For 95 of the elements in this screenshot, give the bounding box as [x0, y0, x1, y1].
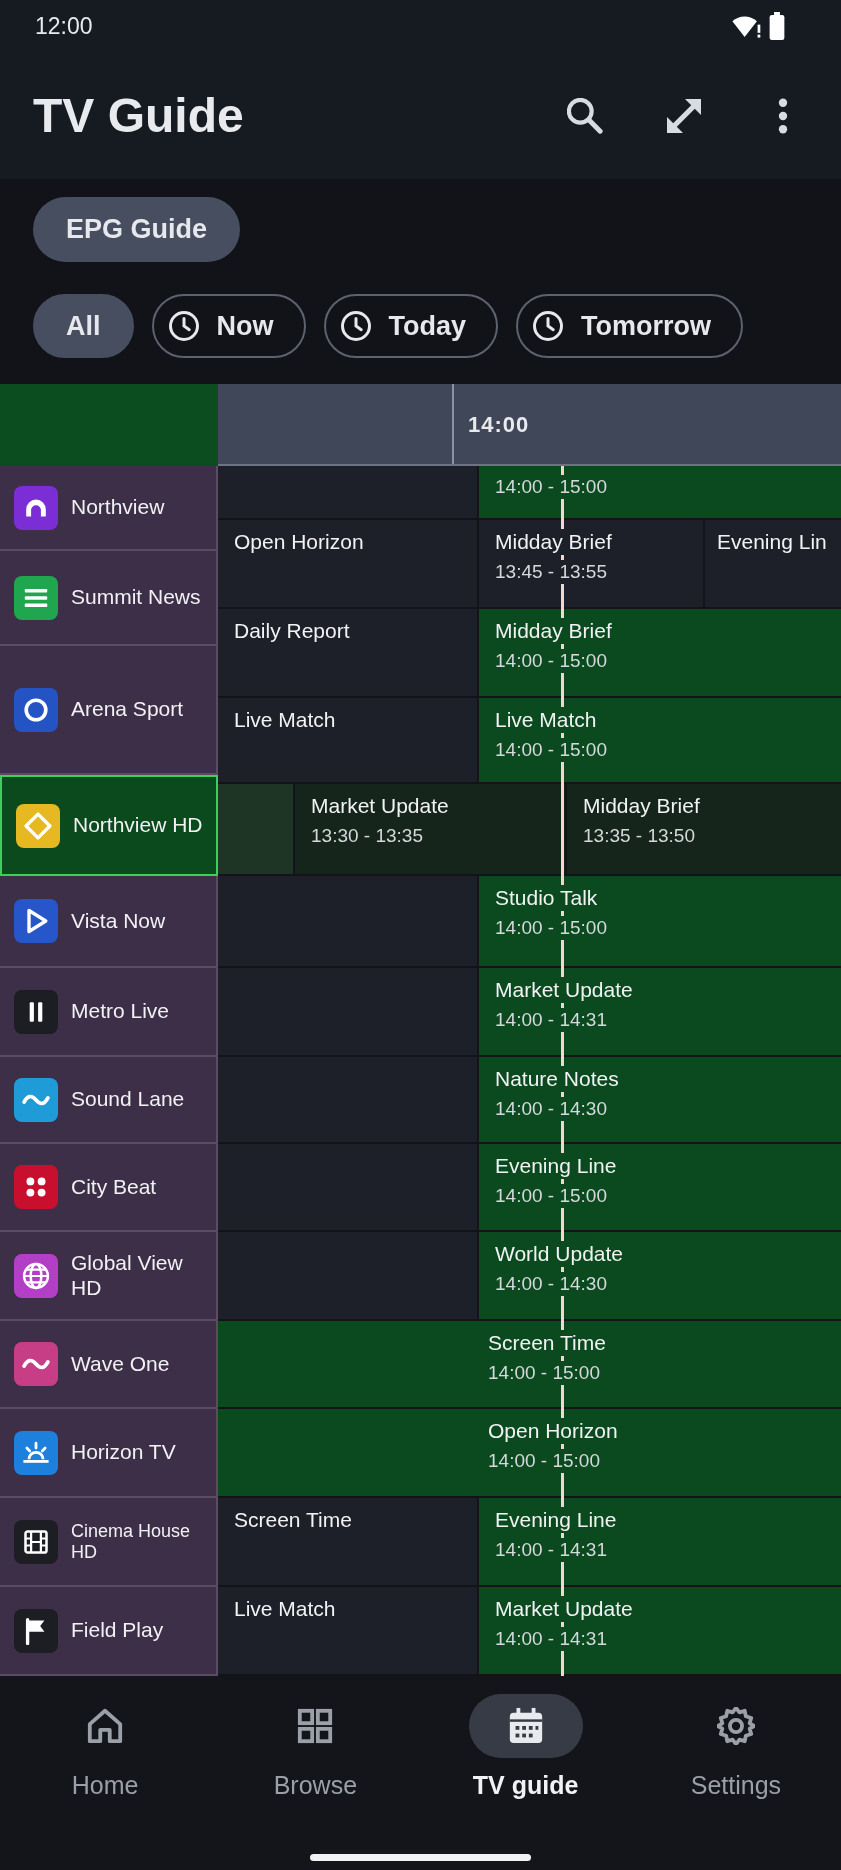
- view-chip[interactable]: EPG Guide: [33, 197, 241, 262]
- program-title: Open Horizon: [488, 1418, 618, 1444]
- program-title: World Update: [495, 1241, 623, 1267]
- program-cell[interactable]: Evening Line 14:00 - 14:31: [479, 1498, 841, 1585]
- program-title: Nature Notes: [495, 1066, 619, 1092]
- program-cell[interactable]: Live Match 14:00 - 15:00: [479, 698, 841, 782]
- program-cell[interactable]: 14:00 - 15:00: [479, 466, 841, 518]
- program-time: 14:00 - 15:00: [495, 475, 607, 499]
- channel-name: Arena Sport: [71, 697, 185, 722]
- program-cell[interactable]: Studio Talk 14:00 - 15:00: [479, 876, 841, 966]
- program-time: 14:00 - 15:00: [488, 1361, 600, 1385]
- nav-item[interactable]: Browse: [210, 1694, 421, 1800]
- program-cell[interactable]: Live Match: [218, 698, 477, 782]
- channel-row[interactable]: Field Play: [0, 1587, 218, 1676]
- program-title: Market Update: [495, 977, 633, 1003]
- grid-icon: [296, 1707, 335, 1745]
- channel-name: Horizon TV: [71, 1440, 177, 1465]
- program-cell[interactable]: Open Horizon 14:00 - 15:00: [218, 1409, 841, 1496]
- filter-chip[interactable]: Today: [323, 294, 499, 358]
- program-time: 13:45 - 13:55: [495, 560, 607, 584]
- more-icon: [777, 97, 789, 134]
- program-cell[interactable]: Screen Time: [218, 1498, 477, 1585]
- program-cell[interactable]: Midday Brief 14:00 - 15:00: [479, 609, 841, 696]
- program-cell[interactable]: Market Update 14:00 - 14:31: [479, 1587, 841, 1674]
- program-cell[interactable]: Evening Line 14:00 - 15:00: [479, 1144, 841, 1230]
- channel-name: City Beat: [71, 1174, 158, 1200]
- channel-row[interactable]: Summit News: [0, 551, 218, 646]
- channel-row[interactable]: Horizon TV: [0, 1409, 218, 1498]
- program-title: Midday Brief: [495, 618, 612, 644]
- clock-icon: [340, 311, 371, 341]
- nav-item[interactable]: Home: [0, 1694, 211, 1800]
- program-cell[interactable]: Midday Brief 13:35 - 13:50: [567, 784, 841, 874]
- home-icon: [86, 1707, 125, 1745]
- channel-row[interactable]: Cinema House HD: [0, 1498, 218, 1587]
- gear-icon: [716, 1707, 755, 1745]
- program-time: 14:00 - 15:00: [495, 1184, 607, 1208]
- channel-name: Summit News: [71, 585, 202, 610]
- program-time: 14:00 - 14:31: [495, 1627, 607, 1651]
- channel-row[interactable]: Arena Sport: [0, 646, 218, 775]
- program-cell[interactable]: World Update 14:00 - 14:30: [479, 1232, 841, 1319]
- channel-row[interactable]: Global View HD: [0, 1232, 218, 1321]
- program-cell[interactable]: Evening Lin: [705, 520, 841, 607]
- program-cell[interactable]: Live Match: [218, 1587, 477, 1674]
- program-cell[interactable]: Nature Notes 14:00 - 14:30: [479, 1057, 841, 1142]
- program-time: 14:00 - 14:30: [495, 1272, 607, 1296]
- clock-icon: [533, 311, 564, 341]
- screen-title: TV Guide: [33, 91, 245, 140]
- search-icon: [567, 97, 603, 134]
- program-time: 14:00 - 15:00: [495, 649, 607, 673]
- program-title: Evening Line: [495, 1507, 617, 1533]
- channel-name: Cinema House HD: [71, 1520, 192, 1563]
- program-time: 14:00 - 15:00: [488, 1449, 600, 1473]
- program-cell[interactable]: Daily Report: [218, 609, 477, 696]
- program-cell[interactable]: Market Update 14:00 - 14:31: [479, 968, 841, 1055]
- channel-row[interactable]: Northview HD: [0, 775, 218, 876]
- clock-icon: [168, 311, 199, 341]
- time-label: 14:00: [468, 410, 530, 439]
- channel-name: Wave One: [71, 1351, 171, 1377]
- program-title: Studio Talk: [495, 885, 598, 911]
- channel-row[interactable]: Wave One: [0, 1321, 218, 1409]
- channel-name: Vista Now: [71, 908, 167, 934]
- channel-name: Metro Live: [71, 999, 171, 1024]
- expand-icon: [666, 97, 702, 134]
- program-time: 14:00 - 14:31: [495, 1008, 607, 1032]
- program-time: 14:00 - 15:00: [495, 738, 607, 762]
- filter-chip[interactable]: Tomorrow: [516, 294, 744, 358]
- nav-item[interactable]: TV guide: [420, 1694, 631, 1800]
- channel-name: Field Play: [71, 1618, 165, 1643]
- program-time: 14:00 - 14:30: [495, 1097, 607, 1121]
- channel-name: Northview: [71, 495, 166, 520]
- channel-row[interactable]: Metro Live: [0, 968, 218, 1057]
- channel-row[interactable]: Sound Lane: [0, 1057, 218, 1144]
- program-title: Midday Brief: [495, 529, 612, 555]
- program-cell[interactable]: Screen Time 14:00 - 15:00: [218, 1321, 841, 1407]
- filter-chip[interactable]: All: [33, 294, 134, 358]
- program-cell[interactable]: Midday Brief 13:45 - 13:55: [479, 520, 703, 607]
- channel-name: Global View HD: [71, 1251, 184, 1300]
- battery-icon: [769, 12, 785, 40]
- wifi-alert-icon: [731, 13, 761, 39]
- filter-chip[interactable]: Now: [151, 294, 306, 358]
- channel-row[interactable]: Northview: [0, 466, 218, 551]
- program-title: Market Update: [495, 1596, 633, 1622]
- program-title: Evening Line: [495, 1153, 617, 1179]
- program-title: Screen Time: [488, 1330, 606, 1356]
- program-time: 14:00 - 15:00: [495, 916, 607, 940]
- nav-item[interactable]: Settings: [630, 1694, 841, 1800]
- program-time: 14:00 - 14:31: [495, 1538, 607, 1562]
- program-cell[interactable]: Market Update 13:30 - 13:35: [295, 784, 565, 874]
- program-title: Live Match: [495, 707, 597, 733]
- channel-row[interactable]: City Beat: [0, 1144, 218, 1232]
- status-time: 12:00: [35, 11, 93, 41]
- channel-name: Sound Lane: [71, 1087, 186, 1112]
- channel-name: Northview HD: [73, 813, 204, 838]
- program-cell[interactable]: Open Horizon: [218, 520, 477, 607]
- channel-row[interactable]: Vista Now: [0, 876, 218, 968]
